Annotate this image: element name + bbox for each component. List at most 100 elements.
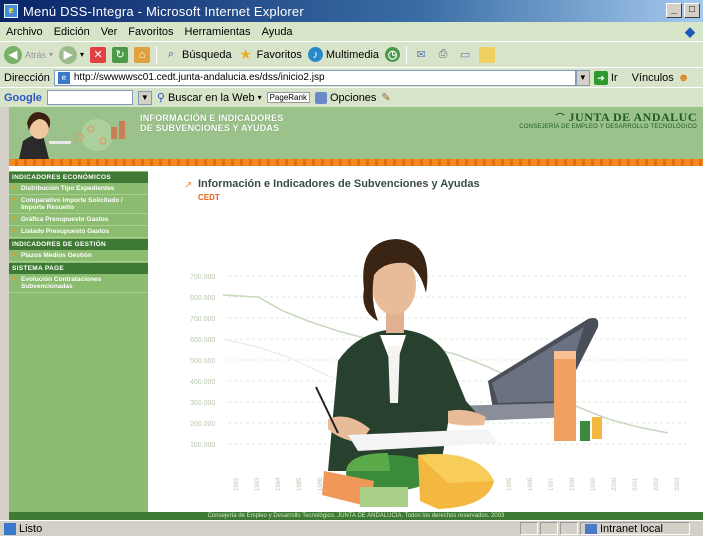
google-toolbar: Google ▼ ⚲ Buscar en la Web ▾ PageRank O…: [0, 87, 703, 107]
consejeria-label: CONSEJERÍA DE EMPLEO Y DESARROLLO TECNOL…: [519, 124, 697, 130]
menu-herramientas[interactable]: Herramientas: [185, 26, 251, 38]
toolbar-separator: [156, 45, 158, 64]
sidebar-item-distribucion[interactable]: Distribución Tipo Expedientes: [9, 183, 148, 195]
sidebar-nav: INDICADORES ECONÓMICOS Distribución Tipo…: [9, 171, 148, 512]
menu-archivo[interactable]: Archivo: [6, 26, 43, 38]
address-label: Dirección: [4, 71, 50, 84]
zone-label: Intranet local: [600, 522, 663, 535]
menu-edicion[interactable]: Edición: [54, 26, 90, 38]
forward-button[interactable]: ▶ ▾: [59, 45, 85, 64]
page-footer: Consejería de Empleo y Desarrollo Tecnol…: [9, 512, 703, 520]
sidebar-section-page: SISTEMA PAGE: [9, 263, 148, 274]
menu-favoritos[interactable]: Favoritos: [128, 26, 173, 38]
junta-logo[interactable]: ⌒ JUNTA DE ANDALUC: [556, 110, 697, 125]
chevron-down-icon: ▾: [257, 93, 262, 102]
y-tick-label: 700.000: [190, 316, 215, 323]
window-title: Menú DSS-Integra - Microsoft Internet Ex…: [23, 3, 304, 19]
go-arrow-icon: ➔: [593, 70, 608, 85]
options-button[interactable]: Opciones: [314, 91, 377, 104]
back-arrow-icon: ◀: [4, 45, 22, 64]
status-cell: [520, 522, 538, 535]
go-button[interactable]: ➔ Ir: [593, 70, 618, 85]
refresh-icon[interactable]: ↻: [112, 46, 129, 63]
x-tick-label: 1999: [591, 477, 597, 491]
options-label: Opciones: [329, 91, 377, 104]
print-icon[interactable]: ⎙: [435, 47, 451, 63]
search-web-label: Buscar en la Web: [167, 91, 255, 104]
address-bar: Dirección e http://swwwwsc01.cedt.junta-…: [0, 67, 703, 87]
favorites-button[interactable]: ★ Favoritos: [238, 46, 302, 63]
main-panel: ↗ Información e Indicadores de Subvencio…: [148, 171, 703, 512]
sidebar-item-evolucion[interactable]: Evolución Contrataciones Subvencionadas: [9, 274, 148, 293]
links-button[interactable]: Vínculos: [632, 72, 674, 84]
stop-icon[interactable]: ✕: [90, 46, 107, 63]
pencil-icon[interactable]: ✎: [381, 91, 390, 104]
banner-title-line2: DE SUBVENCIONES Y AYUDAS: [140, 123, 280, 133]
star-icon: ★: [239, 46, 252, 62]
search-button[interactable]: ⌕ Búsqueda: [163, 47, 232, 63]
y-tick-label: 600.000: [190, 337, 215, 344]
page-icon: e: [57, 71, 70, 84]
sidebar-item-listado[interactable]: Listado Presupuesto Gastos: [9, 226, 148, 238]
multimedia-button[interactable]: ♪ Multimedia: [307, 47, 380, 62]
page-status-icon: [4, 522, 16, 535]
history-icon[interactable]: ◷: [385, 47, 401, 62]
y-tick-label: 300.000: [190, 400, 215, 407]
x-tick-label: 1982: [234, 477, 240, 491]
url-text: http://swwwwsc01.cedt.junta-andalucia.es…: [73, 72, 325, 83]
status-left: Listo: [0, 522, 520, 535]
sidebar-item-plazos[interactable]: Plazos Medios Gestión: [9, 250, 148, 262]
url-dropdown-icon[interactable]: ▼: [575, 69, 590, 86]
ie-app-icon: e: [4, 4, 18, 18]
x-tick-label: 1983: [255, 477, 261, 491]
status-cell: [560, 522, 578, 535]
chevron-down-icon: ▾: [49, 50, 54, 59]
x-tick-label: 1998: [570, 477, 576, 491]
menu-ver[interactable]: Ver: [101, 26, 118, 38]
maximize-button[interactable]: □: [684, 3, 700, 18]
minimize-button[interactable]: _: [666, 3, 682, 18]
chevron-down-icon: ▾: [80, 50, 85, 59]
banner-illustration: [9, 107, 139, 159]
google-logo[interactable]: Google: [4, 92, 42, 104]
menu-ayuda[interactable]: Ayuda: [262, 26, 293, 38]
y-tick-label: 600.000: [190, 295, 215, 302]
google-dropdown-icon[interactable]: ▼: [137, 90, 152, 105]
edit-icon[interactable]: ▭: [457, 47, 473, 63]
x-tick-label: 1984: [276, 477, 282, 491]
pagerank-badge[interactable]: PageRank: [266, 92, 310, 103]
favorites-label: Favoritos: [256, 48, 302, 61]
back-label: Atrás: [25, 49, 47, 60]
sidebar-section-gestion: INDICADORES DE GESTIÓN: [9, 239, 148, 250]
messenger-icon[interactable]: [479, 46, 496, 63]
x-tick-label: 1995: [507, 477, 513, 491]
window-controls: _ □: [666, 3, 700, 18]
junta-emblem-icon: ⌒: [555, 113, 566, 123]
y-tick-label: 500.000: [190, 358, 215, 365]
sidebar-item-comparativo[interactable]: Comparativo Importe Solicitado / Importe…: [9, 195, 148, 214]
sidebar-item-grafica[interactable]: Gráfica Presupuesto Gastos: [9, 214, 148, 226]
y-tick-label: 200.000: [190, 421, 215, 428]
go-label: Ir: [610, 71, 618, 84]
search-web-button[interactable]: ⚲ Buscar en la Web ▾: [157, 91, 262, 105]
multimedia-label: Multimedia: [325, 48, 380, 61]
mail-icon[interactable]: ✉: [413, 47, 429, 63]
banner-title: INFORMACIÓN E INDICADORES DE SUBVENCIONE…: [140, 113, 284, 133]
back-button[interactable]: ◀ Atrás ▾: [4, 45, 54, 64]
search-label: Búsqueda: [182, 48, 232, 61]
x-tick-label: 2003: [675, 477, 681, 491]
businesswoman-image: [315, 239, 498, 471]
windows-logo-icon: ◆: [685, 24, 695, 39]
url-input[interactable]: e http://swwwwsc01.cedt.junta-andalucia.…: [53, 69, 576, 86]
page-content: INFORMACIÓN E INDICADORES DE SUBVENCIONE…: [9, 107, 703, 520]
menu-bar: Archivo Edición Ver Favoritos Herramient…: [0, 22, 703, 41]
banner-title-line1: INFORMACIÓN E INDICADORES: [140, 113, 284, 123]
status-cell: [540, 522, 558, 535]
site-banner: INFORMACIÓN E INDICADORES DE SUBVENCIONE…: [9, 107, 703, 159]
security-zone: Intranet local: [580, 522, 690, 535]
y-tick-label: 700.000: [190, 274, 215, 281]
toolbar-separator: [406, 45, 408, 64]
google-search-input[interactable]: [46, 90, 133, 105]
home-icon[interactable]: ⌂: [134, 46, 151, 63]
junta-name: JUNTA DE ANDALUC: [568, 110, 697, 124]
